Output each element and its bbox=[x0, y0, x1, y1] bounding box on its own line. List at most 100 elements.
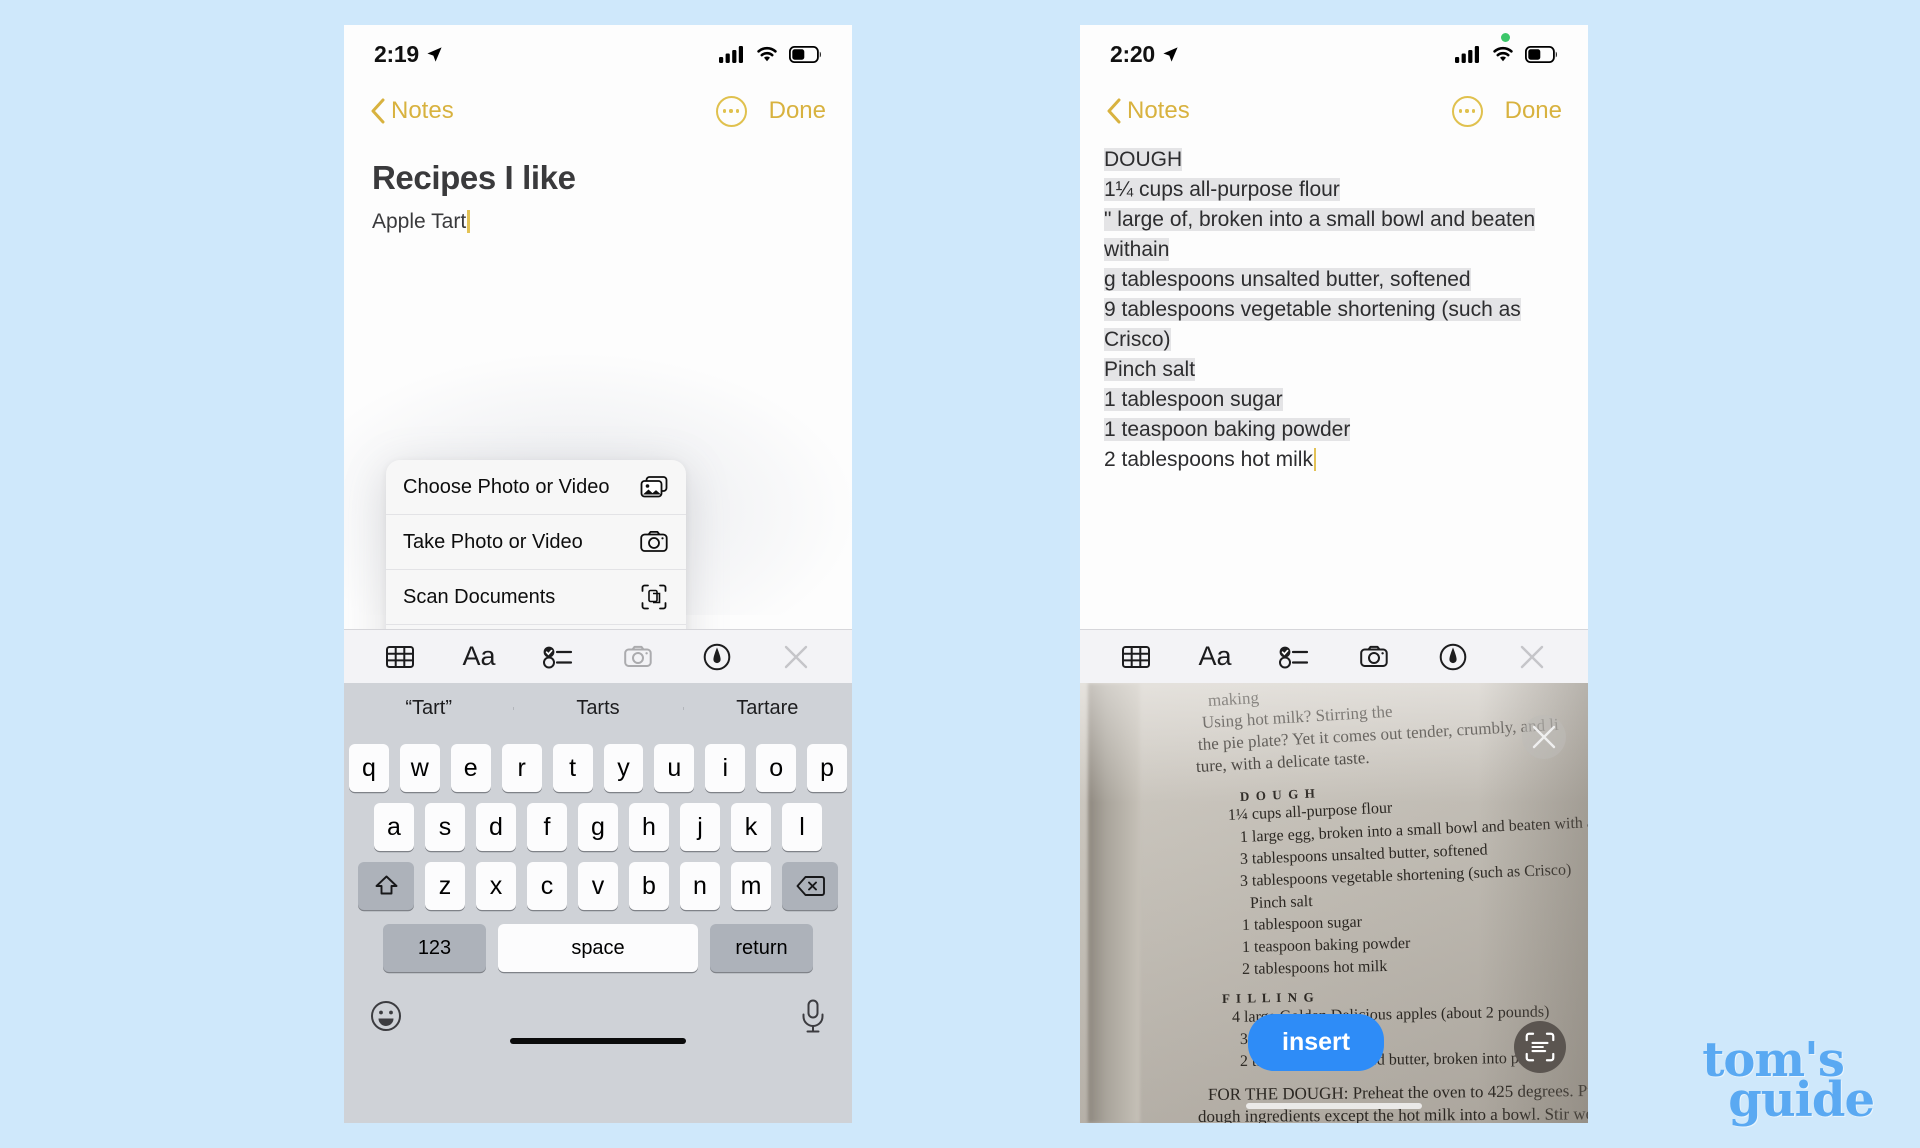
key-k[interactable]: k bbox=[731, 803, 771, 851]
key-d[interactable]: d bbox=[476, 803, 516, 851]
key-m[interactable]: m bbox=[731, 862, 771, 910]
key-u[interactable]: u bbox=[654, 744, 695, 792]
key-n[interactable]: n bbox=[680, 862, 720, 910]
prediction-0[interactable]: “Tart” bbox=[344, 697, 513, 720]
sheet-item-label: Scan Documents bbox=[403, 585, 556, 608]
key-x[interactable]: x bbox=[476, 862, 516, 910]
key-e[interactable]: e bbox=[450, 744, 491, 792]
more-options-button[interactable] bbox=[1451, 95, 1483, 127]
keyboard-row-3: z x c v b n m bbox=[344, 862, 852, 910]
camera-icon[interactable] bbox=[1351, 637, 1397, 677]
note-title: Recipes I like bbox=[372, 159, 576, 196]
key-f[interactable]: f bbox=[527, 803, 567, 851]
home-indicator bbox=[510, 1038, 686, 1044]
checklist-icon[interactable] bbox=[1271, 637, 1317, 677]
key-p[interactable]: p bbox=[807, 744, 848, 792]
sheet-item-take-photo-or-video[interactable]: Take Photo or Video bbox=[386, 515, 686, 570]
scanned-text-area[interactable]: DOUGH 1¼ cups all-purpose flour " large … bbox=[1080, 139, 1588, 475]
book-text-line: making bbox=[1207, 687, 1260, 710]
backspace-icon[interactable] bbox=[782, 862, 838, 910]
key-v[interactable]: v bbox=[578, 862, 618, 910]
close-scanner-button[interactable] bbox=[1522, 715, 1566, 759]
numbers-key[interactable]: 123 bbox=[383, 924, 486, 972]
chevron-left-icon bbox=[371, 98, 385, 124]
key-y[interactable]: y bbox=[603, 744, 644, 792]
key-c[interactable]: c bbox=[527, 862, 567, 910]
key-w[interactable]: w bbox=[399, 744, 440, 792]
scanned-last-line: 2 tablespoons hot milk bbox=[1104, 445, 1564, 475]
key-z[interactable]: z bbox=[425, 862, 465, 910]
screenshot-stage: 2:19 Notes Done Recipes I like Apple Tar… bbox=[0, 0, 1920, 1148]
camera-viewfinder[interactable]: making Using hot milk? Stirring the the … bbox=[1080, 683, 1588, 1123]
prediction-1[interactable]: Tarts bbox=[513, 697, 682, 720]
camera-icon[interactable] bbox=[615, 637, 661, 677]
markup-pen-icon[interactable] bbox=[694, 637, 740, 677]
key-r[interactable]: r bbox=[501, 744, 542, 792]
book-section-heading: F I L L I N G bbox=[1221, 989, 1316, 1006]
back-to-notes-button[interactable]: Notes bbox=[1106, 97, 1190, 125]
scanned-line-text: DOUGH bbox=[1104, 148, 1183, 171]
back-label: Notes bbox=[391, 97, 454, 124]
scanned-line-text: withain bbox=[1104, 238, 1170, 261]
scanned-line: 9 tablespoons vegetable shortening (such… bbox=[1104, 295, 1564, 325]
close-icon bbox=[1532, 725, 1556, 749]
sheet-item-scan-documents[interactable]: Scan Documents bbox=[386, 570, 686, 625]
key-o[interactable]: o bbox=[756, 744, 797, 792]
key-s[interactable]: s bbox=[425, 803, 465, 851]
scanned-last-line-text: 2 tablespoons hot milk bbox=[1104, 448, 1313, 471]
microphone-icon[interactable] bbox=[800, 999, 826, 1038]
space-key[interactable]: space bbox=[498, 924, 698, 972]
status-time-group: 2:19 bbox=[374, 41, 443, 68]
checklist-icon[interactable] bbox=[535, 637, 581, 677]
key-b[interactable]: b bbox=[629, 862, 669, 910]
sheet-item-choose-photo-or-video[interactable]: Choose Photo or Video bbox=[386, 460, 686, 515]
return-key[interactable]: return bbox=[710, 924, 813, 972]
dot bbox=[1465, 109, 1469, 113]
aa-icon[interactable]: Aa bbox=[1192, 637, 1238, 677]
toms-guide-logo: tom's guide bbox=[1702, 1036, 1875, 1128]
insert-button[interactable]: insert bbox=[1248, 1014, 1385, 1071]
key-i[interactable]: i bbox=[705, 744, 746, 792]
scanned-line: " large of, broken into a small bowl and… bbox=[1104, 205, 1564, 235]
close-icon[interactable] bbox=[773, 637, 819, 677]
nav-bar-right: Notes Done bbox=[1080, 83, 1588, 139]
key-q[interactable]: q bbox=[348, 744, 389, 792]
key-l[interactable]: l bbox=[782, 803, 822, 851]
markup-pen-icon[interactable] bbox=[1430, 637, 1476, 677]
note-text-row[interactable]: Apple Tart bbox=[372, 197, 824, 234]
scanned-line-text: Crisco) bbox=[1104, 328, 1171, 351]
notes-toolbar-right: Aa bbox=[1080, 629, 1588, 683]
shift-icon[interactable] bbox=[358, 862, 414, 910]
key-t[interactable]: t bbox=[552, 744, 593, 792]
table-icon[interactable] bbox=[377, 637, 423, 677]
key-j[interactable]: j bbox=[680, 803, 720, 851]
key-h[interactable]: h bbox=[629, 803, 669, 851]
nav-bar-left: Notes Done bbox=[344, 83, 852, 139]
scanned-line-text: Pinch salt bbox=[1104, 358, 1196, 381]
scanned-line-text: 1¼ cups all-purpose flour bbox=[1104, 178, 1340, 201]
book-text-line: Pinch salt bbox=[1249, 893, 1313, 912]
prediction-2[interactable]: Tartare bbox=[682, 697, 852, 720]
battery-icon bbox=[789, 45, 821, 63]
dot bbox=[723, 109, 727, 113]
chevron-left-icon bbox=[1107, 98, 1121, 124]
scan-text-toggle-button[interactable] bbox=[1514, 1021, 1566, 1073]
key-a[interactable]: a bbox=[374, 803, 414, 851]
back-to-notes-button[interactable]: Notes bbox=[370, 97, 454, 125]
status-icons-left bbox=[719, 45, 822, 63]
keyboard-row-4: 123 space return bbox=[344, 924, 852, 972]
more-options-button[interactable] bbox=[715, 95, 747, 127]
done-button[interactable]: Done bbox=[769, 97, 826, 125]
scanned-line: Pinch salt bbox=[1104, 355, 1564, 385]
text-caret bbox=[467, 210, 470, 233]
table-icon[interactable] bbox=[1113, 637, 1159, 677]
close-icon[interactable] bbox=[1509, 637, 1555, 677]
aa-icon[interactable]: Aa bbox=[456, 637, 502, 677]
logo-line-2: guide bbox=[1728, 1071, 1875, 1128]
emoji-icon[interactable] bbox=[370, 1000, 402, 1037]
scanned-line: 1 tablespoon sugar bbox=[1104, 385, 1564, 415]
photos-icon bbox=[639, 472, 669, 502]
scan-documents-icon bbox=[639, 582, 669, 612]
key-g[interactable]: g bbox=[578, 803, 618, 851]
done-button[interactable]: Done bbox=[1505, 97, 1562, 125]
